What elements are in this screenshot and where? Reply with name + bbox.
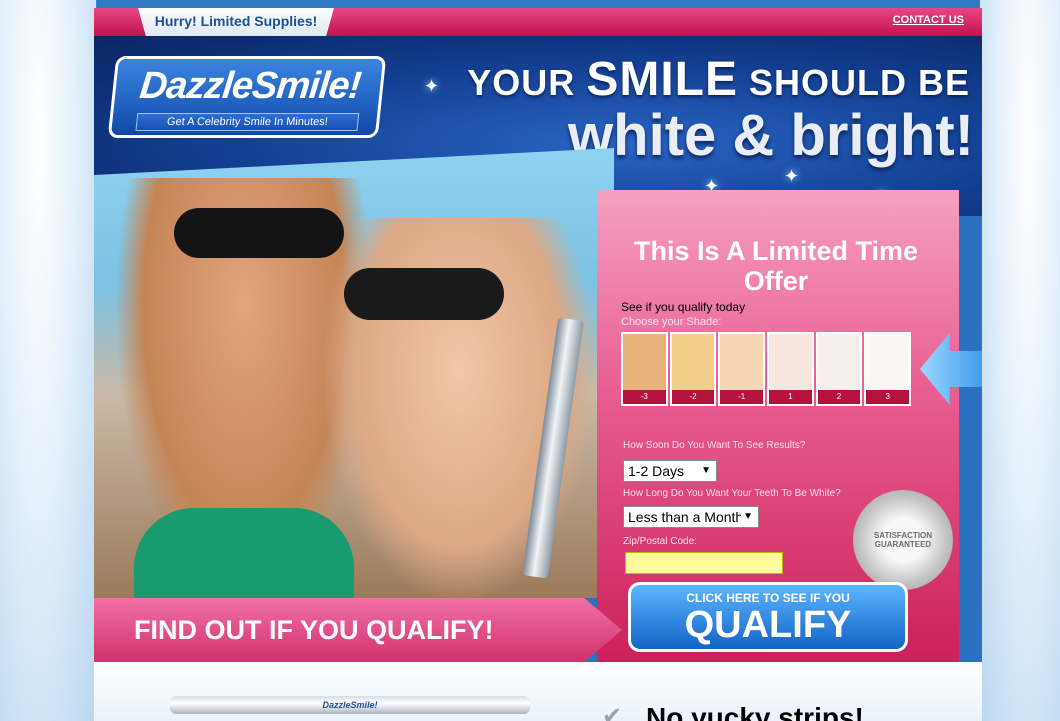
shade-picker: -3 -2 -1 1 2 3 — [621, 332, 912, 406]
headline-word-should-be: SHOULD BE — [737, 62, 970, 103]
shade-swatch[interactable]: 1 — [767, 332, 814, 406]
sunglasses-left — [174, 208, 344, 258]
top-bar: Hurry! Limited Supplies! CONTACT US — [94, 8, 982, 36]
form-title: This Is A Limited Time Offer — [633, 236, 919, 296]
shade-number: 1 — [769, 390, 812, 404]
logo[interactable]: DazzleSmile! Get A Celebrity Smile In Mi… — [107, 56, 387, 138]
find-out-banner: FIND OUT IF YOU QUALIFY! — [94, 598, 622, 662]
sparkle-icon: ✦ — [424, 76, 440, 96]
form-subtitle: See if you qualify today — [621, 300, 746, 314]
shade-swatch[interactable]: 2 — [815, 332, 863, 406]
hero-photo — [94, 148, 614, 598]
headline-line-1: YOUR SMILE SHOULD BE — [460, 52, 970, 107]
whiteness-duration-select[interactable]: Less than a Month ▼ — [623, 506, 759, 528]
shade-label: Choose your Shade: — [621, 316, 722, 328]
qualify-button[interactable]: CLICK HERE TO SEE IF YOU QUALIFY — [628, 582, 908, 652]
landing-page: Hurry! Limited Supplies! CONTACT US Dazz… — [94, 8, 982, 721]
shade-swatch[interactable]: -1 — [718, 332, 766, 406]
background-right-panel — [980, 0, 1060, 721]
headline-word-smile: SMILE — [586, 53, 738, 106]
shade-number: -2 — [671, 390, 715, 404]
product-pen-image: DazzleSmile! — [170, 696, 530, 714]
bottom-section: DazzleSmile! ✔ No yucky strips! — [94, 662, 982, 721]
shade-number: 2 — [817, 390, 861, 404]
logo-tagline: Get A Celebrity Smile In Minutes! — [135, 113, 360, 131]
shade-swatch[interactable]: -2 — [669, 332, 717, 406]
background-left-panel — [0, 0, 96, 721]
no-strips-heading: No yucky strips! — [646, 702, 864, 721]
results-timing-select[interactable]: 1-2 Days ▼ — [623, 460, 717, 482]
qualify-button-main-text: QUALIFY — [684, 604, 852, 646]
contact-us-link[interactable]: CONTACT US — [893, 14, 964, 26]
qualify-button-top-text: CLICK HERE TO SEE IF YOU — [686, 591, 850, 605]
shade-swatch[interactable]: -3 — [621, 332, 668, 406]
swimsuit — [134, 508, 354, 598]
shade-number: 3 — [866, 390, 910, 404]
zip-label: Zip/Postal Code: — [623, 536, 697, 547]
results-timing-label: How Soon Do You Want To See Results? — [623, 440, 806, 451]
whiteness-duration-value: Less than a Month — [628, 509, 744, 525]
shade-swatch[interactable]: 3 — [864, 332, 912, 406]
hurry-tab: Hurry! Limited Supplies! — [138, 8, 334, 36]
check-icon: ✔ — [602, 703, 623, 721]
results-timing-value: 1-2 Days — [628, 463, 685, 479]
whiteness-duration-label: How Long Do You Want Your Teeth To Be Wh… — [623, 488, 841, 499]
shade-number: -1 — [720, 390, 764, 404]
shade-number: -3 — [623, 390, 666, 404]
zip-input[interactable] — [625, 552, 783, 574]
chevron-down-icon: ▼ — [741, 507, 753, 527]
sparkle-icon: ✦ — [784, 166, 800, 186]
logo-name: DazzleSmile! — [137, 65, 363, 107]
satisfaction-seal: SATISFACTION GUARANTEED — [853, 490, 953, 590]
chevron-down-icon: ▼ — [701, 465, 711, 476]
sunglasses-right — [344, 268, 504, 320]
headline-word-your: YOUR — [467, 62, 587, 103]
